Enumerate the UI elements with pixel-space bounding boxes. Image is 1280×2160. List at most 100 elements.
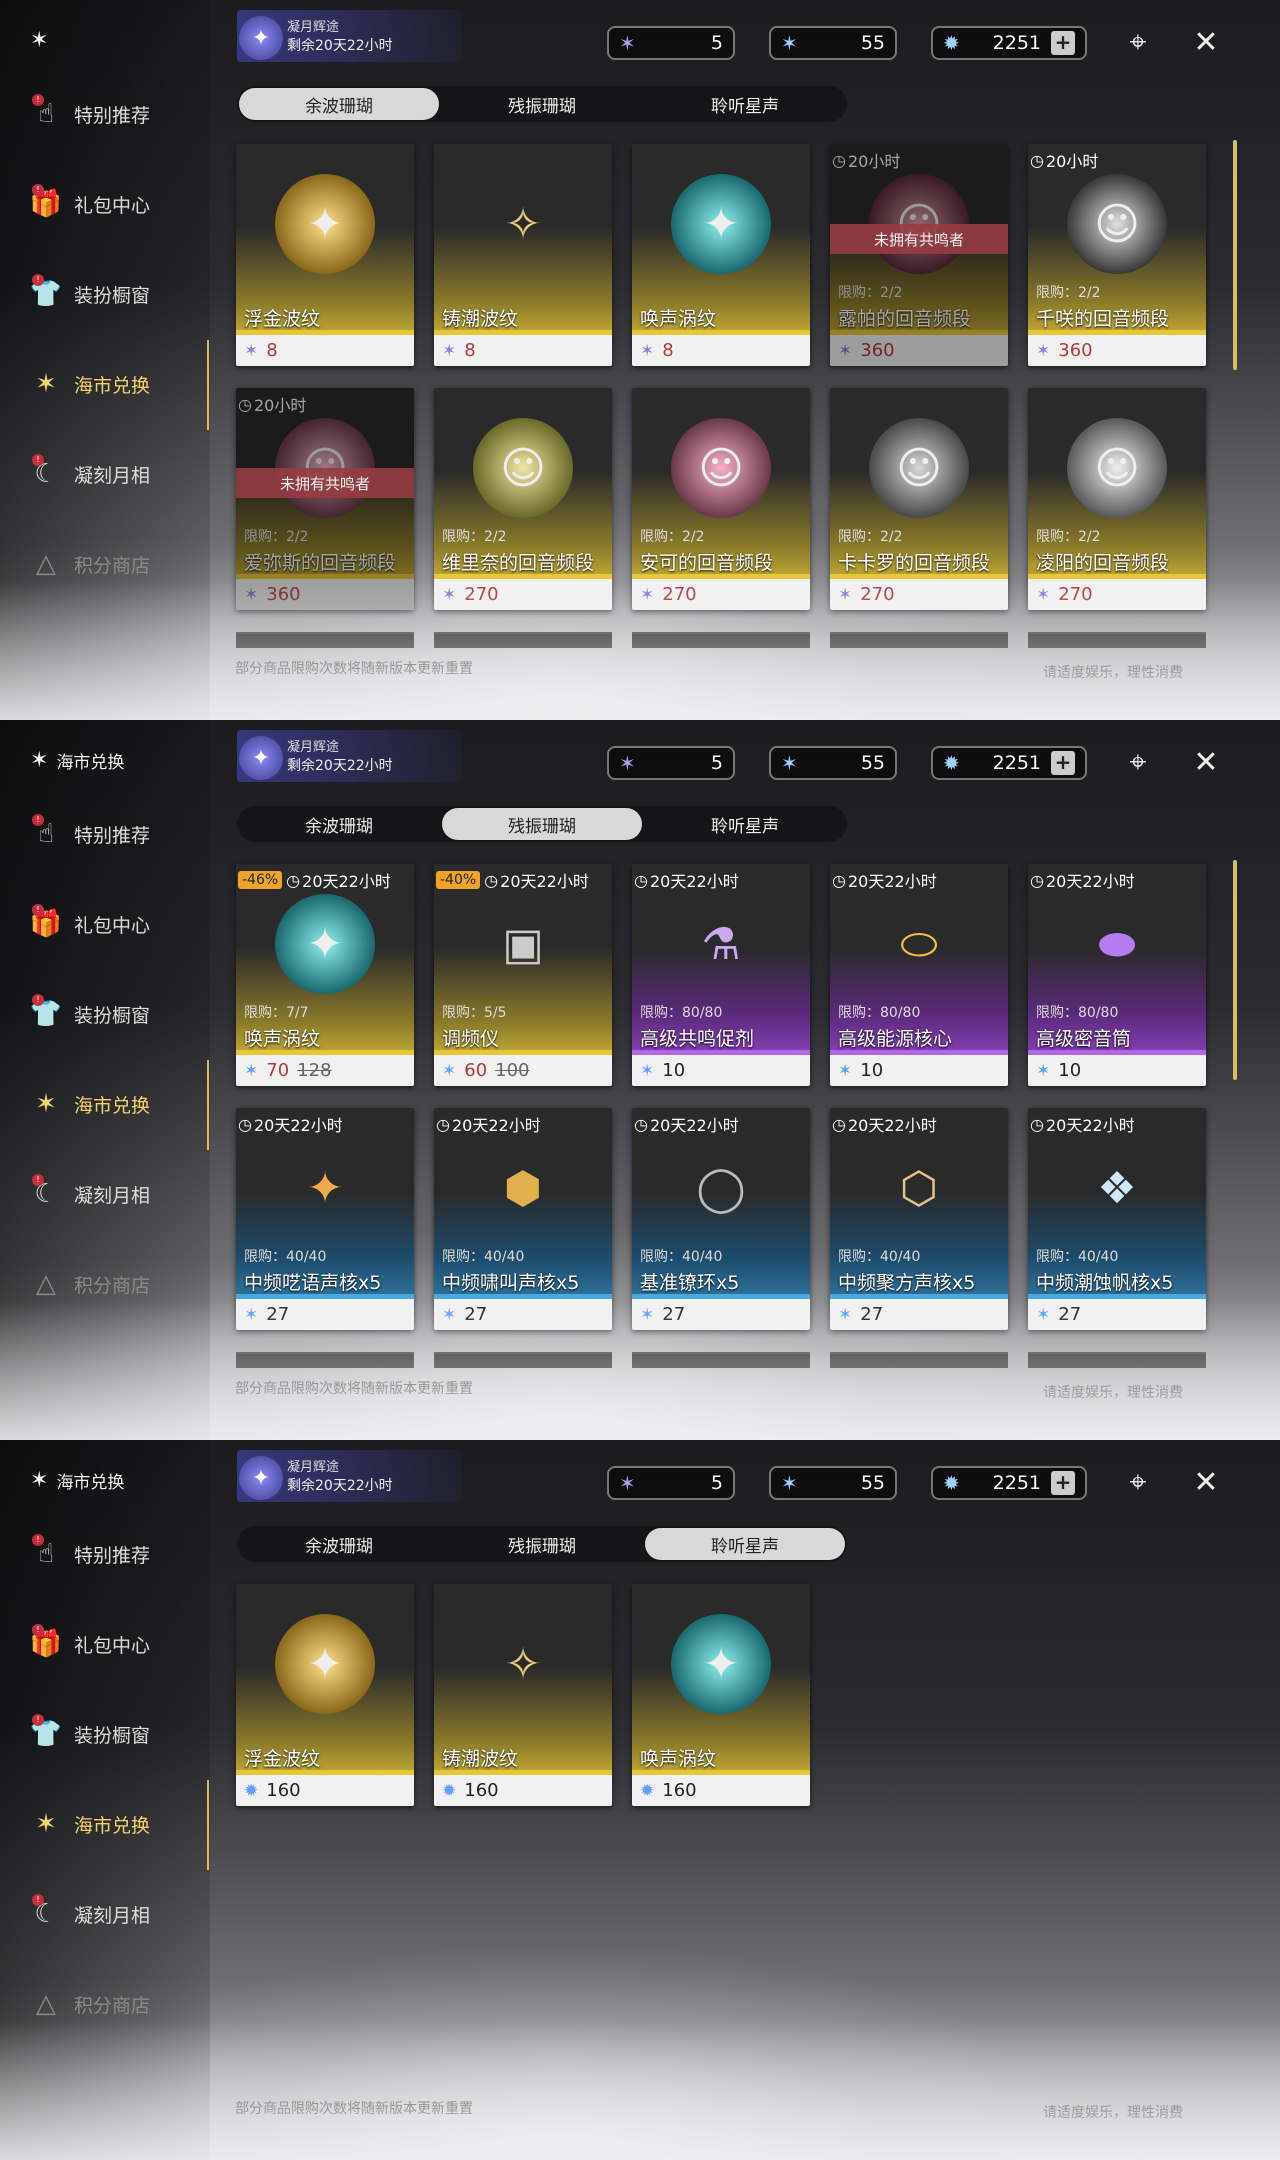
event-banner[interactable]: ✦ 凝月辉途 剩余20天22小时: [237, 10, 462, 62]
add-currency-button[interactable]: +: [1051, 1471, 1075, 1495]
add-currency-button[interactable]: +: [1051, 751, 1075, 775]
shop-item-card[interactable]: ⬬ ◷ 20天22小时 限购：80/80 高级密音筒 ✶ 10: [1028, 864, 1206, 1086]
sidebar-item-exchange[interactable]: ✶ 海市兑换: [28, 1802, 203, 1846]
settings-icon[interactable]: ⌖: [1118, 22, 1158, 62]
sidebar-item-gift-center[interactable]: 🎁! 礼包中心: [28, 902, 203, 946]
currency-coral-purple: ✶ 5: [607, 1466, 735, 1500]
shop-item-card[interactable]: ✧ 铸潮波纹 ✹ 160: [434, 1584, 612, 1806]
gift-icon: 🎁!: [29, 1624, 63, 1659]
add-currency-button[interactable]: +: [1051, 31, 1075, 55]
shop-item-card[interactable]: ⬭ ◷ 20天22小时 限购：80/80 高级能源核心 ✶ 10: [830, 864, 1008, 1086]
shop-item-card[interactable]: ◯ ◷ 20天22小时 限购：40/40 基准镣环x5 ✶ 27: [632, 1108, 810, 1330]
tab-aftershock-coral[interactable]: 余波珊瑚: [239, 1528, 439, 1560]
settings-icon[interactable]: ⌖: [1118, 1462, 1158, 1502]
coral-purple-icon: ✶: [619, 751, 636, 775]
footnote: 部分商品限购次数将随新版本更新重置: [235, 661, 473, 677]
tab-residual-coral[interactable]: 残振珊瑚: [442, 808, 642, 840]
sidebar-item-points-shop[interactable]: △ 积分商店: [28, 542, 203, 586]
moderation-notice: 请适度娱乐，理性消费: [1043, 2105, 1183, 2121]
shop-item-card[interactable]: ☺ 限购：2/2 安可的回音频段 ✶ 270: [632, 388, 810, 610]
shop-item-card[interactable]: ⬡ ◷ 20天22小时 限购：40/40 中频聚方声核x5 ✶ 27: [830, 1108, 1008, 1330]
close-icon[interactable]: ✕: [1186, 22, 1226, 62]
next-row-peek: [830, 1352, 1008, 1368]
moderation-notice: 请适度娱乐，理性消费: [1043, 1385, 1183, 1401]
close-icon[interactable]: ✕: [1186, 1462, 1226, 1502]
clock-icon: ◷: [1030, 150, 1044, 170]
next-row-peek: [1028, 1352, 1206, 1368]
teal-orb-icon: ✦: [671, 1614, 771, 1714]
event-title: 凝月辉途: [287, 1460, 340, 1475]
star-icon: ✹: [640, 1780, 655, 1801]
shop-item-card[interactable]: ✦ 唤声涡纹 ✶ 8: [632, 144, 810, 366]
sidebar: ✶ ☝! 特别推荐 🎁! 礼包中心 👕! 装扮橱窗 ✶ 海市兑换 ☾! 凝刻月相 △ 积分商…: [0, 0, 210, 720]
settings-icon[interactable]: ⌖: [1118, 742, 1158, 782]
shop-item-card[interactable]: ☺ 限购：2/2 卡卡罗的回音频段 ✶ 270: [830, 388, 1008, 610]
event-banner[interactable]: ✦ 凝月辉途 剩余20天22小时: [237, 730, 462, 782]
clock-icon: ◷: [286, 870, 301, 890]
not-owned-badge: 未拥有共鸣者: [830, 224, 1008, 254]
sidebar-item-featured[interactable]: ☝! 特别推荐: [28, 812, 203, 856]
sidebar-header: ✶ 海市兑换: [30, 1468, 125, 1493]
close-icon[interactable]: ✕: [1186, 742, 1226, 782]
sidebar-item-lunar[interactable]: ☾! 凝刻月相: [28, 1892, 203, 1936]
clock-icon: ◷: [634, 870, 648, 890]
clock-icon: ◷: [1030, 870, 1044, 890]
shop-item-card[interactable]: ☺ ◷20小时 限购：2/2 露帕的回音频段 ✶360 未拥有共鸣者: [830, 144, 1008, 366]
triangle-icon: △: [36, 1989, 56, 2019]
coral-icon: ✶: [35, 1089, 57, 1119]
sidebar-item-points-shop[interactable]: △ 积分商店: [28, 1262, 203, 1306]
coral-blue-icon: ✶: [838, 1304, 853, 1325]
tab-aftershock-coral[interactable]: 余波珊瑚: [239, 88, 439, 120]
scrollbar[interactable]: [1233, 140, 1237, 370]
shop-item-card[interactable]: ❖ ◷ 20天22小时 限购：40/40 中频潮蚀帆核x5 ✶ 27: [1028, 1108, 1206, 1330]
character-portrait: ☺: [671, 418, 771, 518]
tab-star-voice[interactable]: 聆听星声: [645, 1528, 845, 1560]
event-title: 凝月辉途: [287, 740, 340, 755]
shop-item-card[interactable]: ⬢ ◷ 20天22小时 限购：40/40 中频啸叫声核x5 ✶ 27: [434, 1108, 612, 1330]
shop-item-card[interactable]: ✦ 浮金波纹 ✹ 160: [236, 1584, 414, 1806]
event-banner[interactable]: ✦ 凝月辉途 剩余20天22小时: [237, 1450, 462, 1502]
shop-item-card[interactable]: ✦ -46% ◷ 20天22小时 限购：7/7 唤声涡纹 ✶ 70 128: [236, 864, 414, 1086]
tab-residual-coral[interactable]: 残振珊瑚: [442, 88, 642, 120]
scrollbar[interactable]: [1233, 860, 1237, 1080]
tab-residual-coral[interactable]: 残振珊瑚: [442, 1528, 642, 1560]
moon-icon: ☾!: [28, 1894, 64, 1932]
sidebar-item-outfit[interactable]: 👕! 装扮橱窗: [28, 272, 203, 316]
sidebar-item-outfit[interactable]: 👕! 装扮橱窗: [28, 992, 203, 1036]
sidebar-item-exchange[interactable]: ✶ 海市兑换: [28, 362, 203, 406]
tab-star-voice[interactable]: 聆听星声: [645, 88, 845, 120]
shell-core-icon: ❖: [1097, 1162, 1137, 1214]
shop-item-card[interactable]: ☺ ◷ 20小时 限购：2/2 千咲的回音频段 ✶ 360: [1028, 144, 1206, 366]
sidebar-item-lunar[interactable]: ☾! 凝刻月相: [28, 452, 203, 496]
coral-blue-icon: ✶: [1036, 1060, 1051, 1081]
sidebar-item-gift-center[interactable]: 🎁! 礼包中心: [28, 1622, 203, 1666]
clock-icon: ◷: [436, 1114, 450, 1134]
shop-item-card[interactable]: ▣ -40% ◷ 20天22小时 限购：5/5 调频仪 ✶ 60 100: [434, 864, 612, 1086]
shop-item-card[interactable]: ☺ 限购：2/2 凌阳的回音频段 ✶ 270: [1028, 388, 1206, 610]
shop-item-card[interactable]: ☺ ◷20小时 限购：2/2 爱弥斯的回音频段 ✶360 未拥有共鸣者: [236, 388, 414, 610]
clock-icon: ◷: [634, 1114, 648, 1134]
tab-star-voice[interactable]: 聆听星声: [645, 808, 845, 840]
active-indicator: [207, 340, 209, 430]
tab-aftershock-coral[interactable]: 余波珊瑚: [239, 808, 439, 840]
sidebar-item-lunar[interactable]: ☾! 凝刻月相: [28, 1172, 203, 1216]
currency-coral-blue: ✶ 55: [769, 1466, 897, 1500]
sidebar-item-points-shop[interactable]: △ 积分商店: [28, 1982, 203, 2026]
shop-item-card[interactable]: ✦ 唤声涡纹 ✹ 160: [632, 1584, 810, 1806]
sidebar-header: ✶: [30, 28, 56, 53]
sidebar-item-exchange[interactable]: ✶ 海市兑换: [28, 1082, 203, 1126]
shop-item-card[interactable]: ⚗ ◷ 20天22小时 限购：80/80 高级共鸣促剂 ✶ 10: [632, 864, 810, 1086]
sidebar-item-featured[interactable]: ☝! 特别推荐: [28, 1532, 203, 1576]
shop-item-card[interactable]: ✦ ◷ 20天22小时 限购：40/40 中频呓语声核x5 ✶ 27: [236, 1108, 414, 1330]
shop-item-card[interactable]: ✧ 铸潮波纹 ✶ 8: [434, 144, 612, 366]
shop-item-card[interactable]: ☺ 限购：2/2 维里奈的回音频段 ✶ 270: [434, 388, 612, 610]
sidebar-item-featured[interactable]: ☝! 特别推荐: [28, 92, 203, 136]
shirt-icon: 👕!: [29, 274, 63, 309]
shop-item-card[interactable]: ✦ 浮金波纹 ✶ 8: [236, 144, 414, 366]
gift-icon: 🎁!: [29, 184, 63, 219]
sidebar-item-outfit[interactable]: 👕! 装扮橱窗: [28, 1712, 203, 1756]
coral-blue-icon: ✶: [442, 1060, 457, 1081]
thumbs-up-icon: ☝!: [28, 814, 64, 852]
sidebar-item-gift-center[interactable]: 🎁! 礼包中心: [28, 182, 203, 226]
thumbs-up-icon: ☝!: [28, 1534, 64, 1572]
